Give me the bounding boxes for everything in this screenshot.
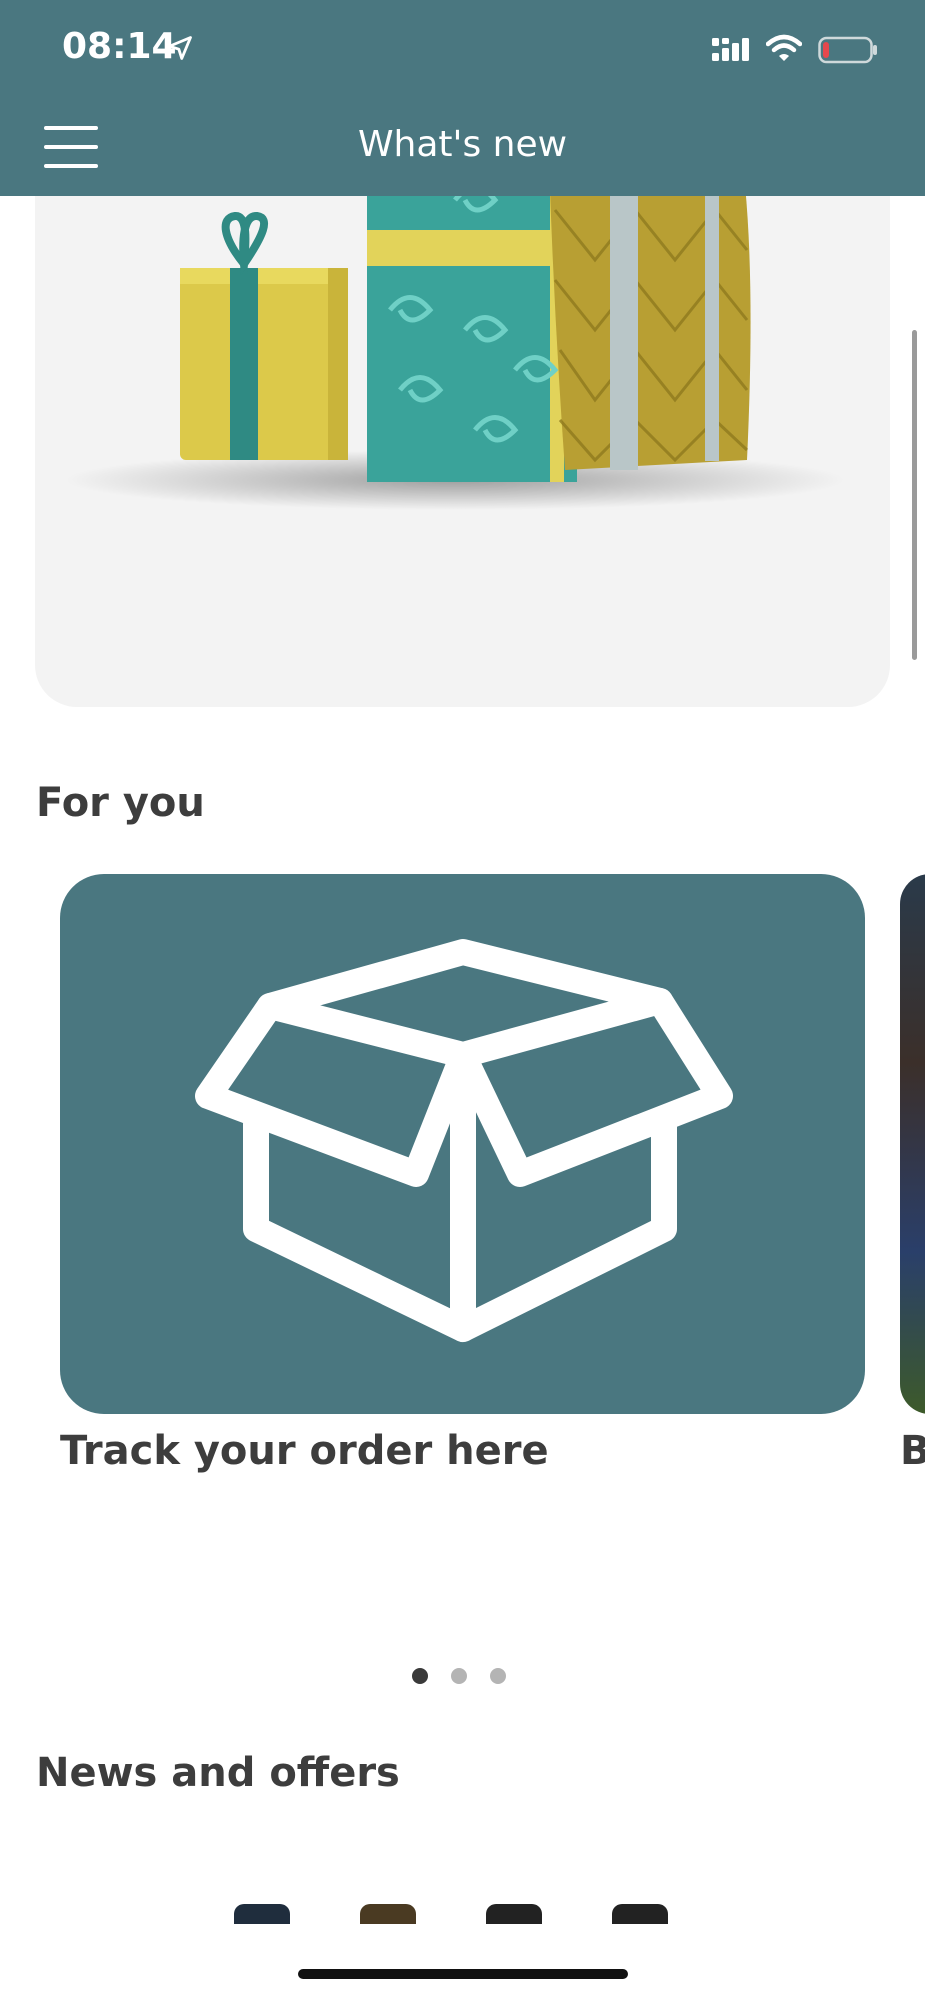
next-card-caption: B	[900, 1428, 925, 1474]
track-order-card[interactable]	[60, 874, 865, 1414]
pager-dot-3[interactable]	[490, 1668, 506, 1684]
news-thumbnail[interactable]	[234, 1904, 290, 1924]
news-thumbnail[interactable]	[612, 1904, 668, 1924]
pager-dot-1[interactable]	[412, 1668, 428, 1684]
cellular-signal-icon	[712, 38, 749, 61]
location-arrow-icon	[168, 36, 192, 60]
news-thumbnail[interactable]	[486, 1904, 542, 1924]
hero-banner[interactable]	[35, 130, 890, 707]
page-title: What's new	[357, 124, 568, 165]
wifi-icon	[766, 34, 802, 61]
open-box-icon	[195, 939, 733, 1342]
for-you-heading: For you	[36, 780, 205, 826]
home-indicator[interactable]	[298, 1969, 628, 1979]
scroll-indicator[interactable]	[912, 330, 917, 660]
battery-low-icon	[818, 36, 877, 64]
app-header: 08:14 What's new	[0, 0, 925, 196]
carousel-pager	[412, 1668, 522, 1688]
pager-dot-2[interactable]	[451, 1668, 467, 1684]
news-thumbnail[interactable]	[360, 1904, 416, 1924]
news-offers-heading: News and offers	[36, 1750, 400, 1796]
gift-boxes-illustration	[65, 130, 845, 510]
card-caption: Track your order here	[60, 1428, 549, 1474]
status-time: 08:14	[62, 26, 177, 67]
stadium-photo-card[interactable]	[900, 874, 925, 1414]
